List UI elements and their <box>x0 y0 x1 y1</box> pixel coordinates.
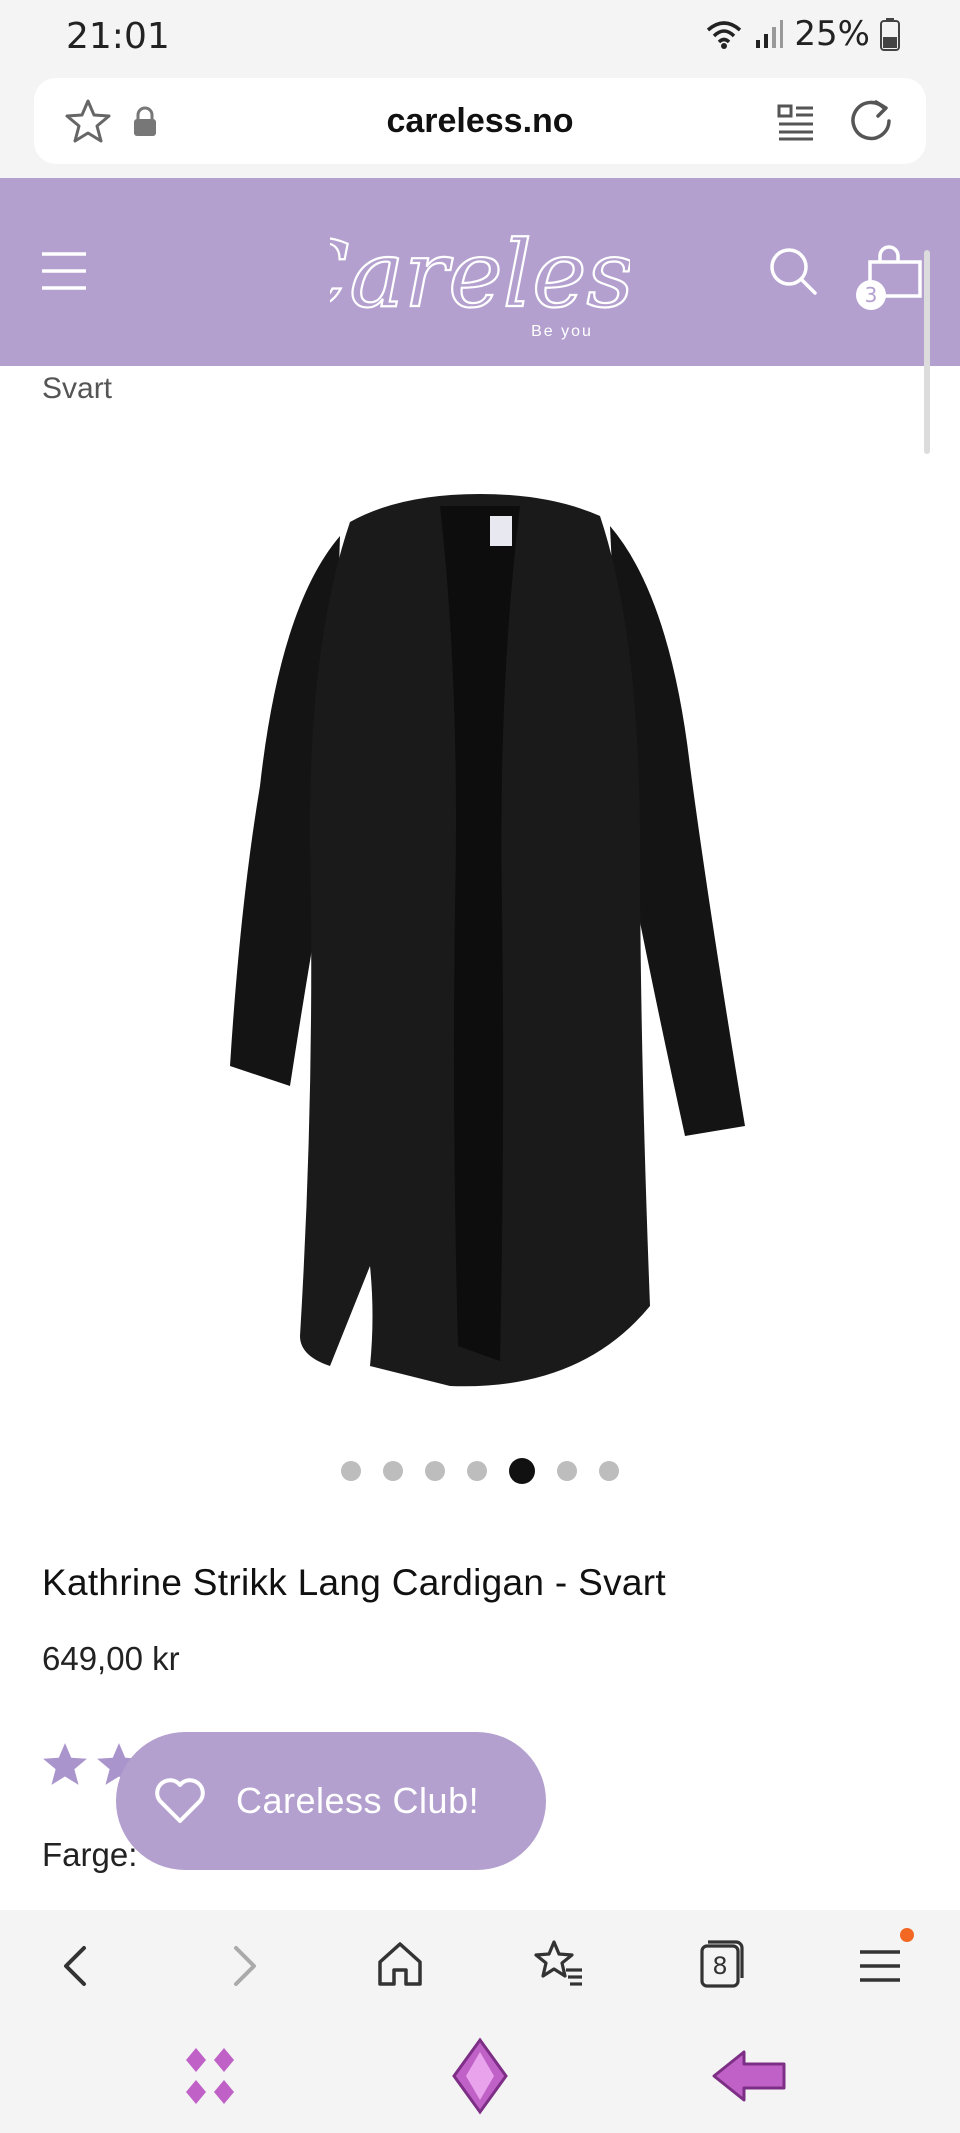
logo-wordmark: Careless <box>330 221 630 328</box>
notification-dot <box>900 1928 914 1942</box>
back-icon[interactable] <box>50 1938 106 1994</box>
careless-club-label: Careless Club! <box>236 1780 480 1821</box>
signal-icon <box>756 20 784 48</box>
carousel-dot[interactable] <box>599 1461 619 1481</box>
star-rating-icon <box>43 1743 87 1785</box>
back-gesture-icon[interactable] <box>710 2044 790 2108</box>
carousel-dot[interactable] <box>425 1461 445 1481</box>
status-indicators: 25% <box>704 14 900 54</box>
battery-icon <box>880 18 900 51</box>
menu-icon[interactable] <box>40 250 88 292</box>
bookmarks-icon[interactable] <box>532 1936 588 1992</box>
search-icon[interactable] <box>768 246 818 296</box>
product-title: Kathrine Strikk Lang Cardigan - Svart <box>42 1562 666 1603</box>
recent-apps-icon[interactable] <box>178 2044 242 2108</box>
tab-count: 8 <box>712 1952 728 1980</box>
carousel-dot-active[interactable] <box>509 1458 535 1484</box>
star-icon[interactable] <box>64 98 112 144</box>
cart-count-badge[interactable]: 3 <box>856 280 886 310</box>
battery-percent: 25% <box>794 14 870 54</box>
reader-mode-icon[interactable] <box>776 102 816 142</box>
forward-icon[interactable] <box>214 1938 270 1994</box>
browser-menu-icon[interactable] <box>852 1938 908 1994</box>
product-image[interactable] <box>200 486 760 1396</box>
product-price: 649,00 kr <box>42 1640 180 1677</box>
carousel-dot[interactable] <box>557 1461 577 1481</box>
status-time: 21:01 <box>66 16 170 57</box>
carousel-dot[interactable] <box>341 1461 361 1481</box>
wifi-icon <box>707 21 742 49</box>
tabs-icon[interactable]: 8 <box>692 1936 748 1992</box>
home-icon[interactable] <box>372 1936 428 1992</box>
home-gesture-icon[interactable] <box>448 2036 512 2116</box>
logo-tagline: Be you <box>531 323 593 340</box>
color-label: Farge: <box>42 1836 138 1873</box>
carousel-dot[interactable] <box>383 1461 403 1481</box>
variant-label: Svart <box>42 372 113 405</box>
site-logo[interactable]: Careless Be you <box>330 196 630 346</box>
careless-club-button[interactable]: Careless Club! <box>116 1732 546 1870</box>
carousel-dot[interactable] <box>467 1461 487 1481</box>
lock-icon <box>134 106 156 136</box>
image-carousel-dots <box>0 1456 960 1486</box>
reload-icon[interactable] <box>846 96 896 146</box>
scrollbar-thumb[interactable] <box>924 250 930 454</box>
url-bar[interactable]: careless.no <box>34 78 926 164</box>
heart-icon <box>155 1778 205 1823</box>
